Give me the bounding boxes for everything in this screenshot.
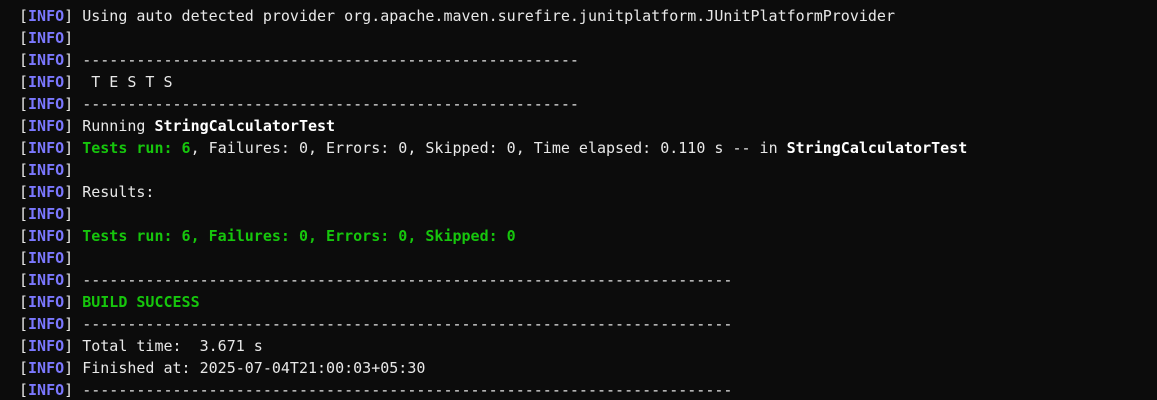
log-bracket: [ (19, 139, 29, 157)
log-bracket: ] (64, 293, 83, 311)
log-bracket: ] (64, 271, 83, 289)
log-text: Total time: 3.671 s (82, 337, 263, 355)
log-text: ----------------------------------------… (82, 381, 733, 399)
log-line: [INFO] Finished at: 2025-07-04T21:00:03+… (19, 357, 1157, 379)
log-bracket: [ (19, 161, 29, 179)
log-text: , Failures: 0, Errors: 0, Skipped: 0, Ti… (190, 139, 787, 157)
log-line: [INFO] (19, 247, 1157, 269)
log-level-tag: INFO (28, 227, 65, 245)
log-text: StringCalculatorTest (786, 139, 968, 157)
log-bracket: [ (19, 117, 29, 135)
log-bracket: ] (64, 337, 83, 355)
log-line: [INFO] Results: (19, 181, 1157, 203)
log-level-tag: INFO (28, 73, 65, 91)
log-bracket: ] (64, 381, 83, 399)
log-bracket: ] (64, 315, 83, 333)
log-line: [INFO] ---------------------------------… (19, 49, 1157, 71)
log-level-tag: INFO (28, 95, 65, 113)
log-text: Results: (82, 183, 155, 201)
log-level-tag: INFO (28, 381, 65, 399)
log-line: [INFO] ---------------------------------… (19, 313, 1157, 335)
log-level-tag: INFO (28, 359, 65, 377)
log-bracket: ] (64, 139, 83, 157)
log-line: [INFO] Tests run: 6, Failures: 0, Errors… (19, 225, 1157, 247)
log-bracket: ] (64, 249, 83, 267)
log-text: T E S T S (82, 73, 173, 91)
terminal-output[interactable]: [INFO] Using auto detected provider org.… (0, 0, 1157, 400)
log-level-tag: INFO (28, 117, 65, 135)
log-bracket: ] (64, 117, 83, 135)
log-bracket: ] (64, 205, 83, 223)
log-bracket: [ (19, 227, 29, 245)
log-level-tag: INFO (28, 271, 65, 289)
log-line: [INFO] T E S T S (19, 71, 1157, 93)
log-text: Running (82, 117, 155, 135)
log-line: [INFO] (19, 159, 1157, 181)
log-text: BUILD SUCCESS (82, 293, 200, 311)
log-bracket: [ (19, 73, 29, 91)
log-bracket: ] (64, 51, 83, 69)
log-bracket: [ (19, 29, 29, 47)
log-bracket: [ (19, 337, 29, 355)
log-bracket: [ (19, 7, 29, 25)
log-text: Finished at: 2025-07-04T21:00:03+05:30 (82, 359, 426, 377)
log-line: [INFO] (19, 203, 1157, 225)
log-level-tag: INFO (28, 29, 65, 47)
log-line: [INFO] Using auto detected provider org.… (19, 5, 1157, 27)
log-level-tag: INFO (28, 249, 65, 267)
log-bracket: [ (19, 293, 29, 311)
log-text: ----------------------------------------… (82, 51, 579, 69)
log-text: StringCalculatorTest (154, 117, 336, 135)
log-line: [INFO] BUILD SUCCESS (19, 291, 1157, 313)
log-bracket: ] (64, 161, 83, 179)
log-bracket: [ (19, 381, 29, 399)
log-level-tag: INFO (28, 7, 65, 25)
log-bracket: ] (64, 95, 83, 113)
log-line: [INFO] Running StringCalculatorTest (19, 115, 1157, 137)
log-text: ----------------------------------------… (82, 95, 579, 113)
log-text: ----------------------------------------… (82, 315, 733, 333)
log-bracket: ] (64, 29, 83, 47)
log-level-tag: INFO (28, 315, 65, 333)
log-bracket: [ (19, 51, 29, 69)
log-bracket: [ (19, 315, 29, 333)
log-bracket: ] (64, 227, 83, 245)
log-level-tag: INFO (28, 205, 65, 223)
log-line: [INFO] ---------------------------------… (19, 269, 1157, 291)
log-line: [INFO] Total time: 3.671 s (19, 335, 1157, 357)
log-bracket: ] (64, 7, 83, 25)
log-line: [INFO] Tests run: 6, Failures: 0, Errors… (19, 137, 1157, 159)
log-text: ----------------------------------------… (82, 271, 733, 289)
log-level-tag: INFO (28, 139, 65, 157)
log-bracket: [ (19, 183, 29, 201)
log-level-tag: INFO (28, 293, 65, 311)
log-line: [INFO] ---------------------------------… (19, 379, 1157, 400)
log-line: [INFO] ---------------------------------… (19, 93, 1157, 115)
log-bracket: [ (19, 249, 29, 267)
log-level-tag: INFO (28, 183, 65, 201)
log-text: Tests run: 6, Failures: 0, Errors: 0, Sk… (82, 227, 516, 245)
log-bracket: [ (19, 95, 29, 113)
log-bracket: [ (19, 205, 29, 223)
log-bracket: [ (19, 359, 29, 377)
log-level-tag: INFO (28, 161, 65, 179)
log-level-tag: INFO (28, 51, 65, 69)
log-text: Using auto detected provider org.apache.… (82, 7, 895, 25)
log-bracket: ] (64, 73, 83, 91)
log-level-tag: INFO (28, 337, 65, 355)
log-bracket: ] (64, 359, 83, 377)
log-text: Tests run: 6 (82, 139, 191, 157)
log-line: [INFO] (19, 27, 1157, 49)
log-bracket: [ (19, 271, 29, 289)
log-bracket: ] (64, 183, 83, 201)
